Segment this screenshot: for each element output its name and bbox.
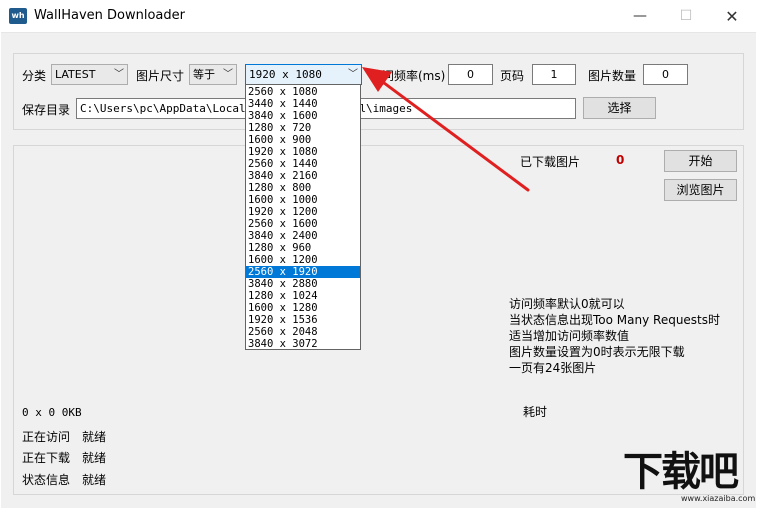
watermark-url: www.xiazaiba.com bbox=[681, 494, 756, 503]
watermark-logo: 下载吧 bbox=[623, 449, 739, 495]
watermark: 下载吧 www.xiazaiba.com bbox=[623, 450, 757, 508]
annotation-arrow bbox=[362, 67, 530, 192]
